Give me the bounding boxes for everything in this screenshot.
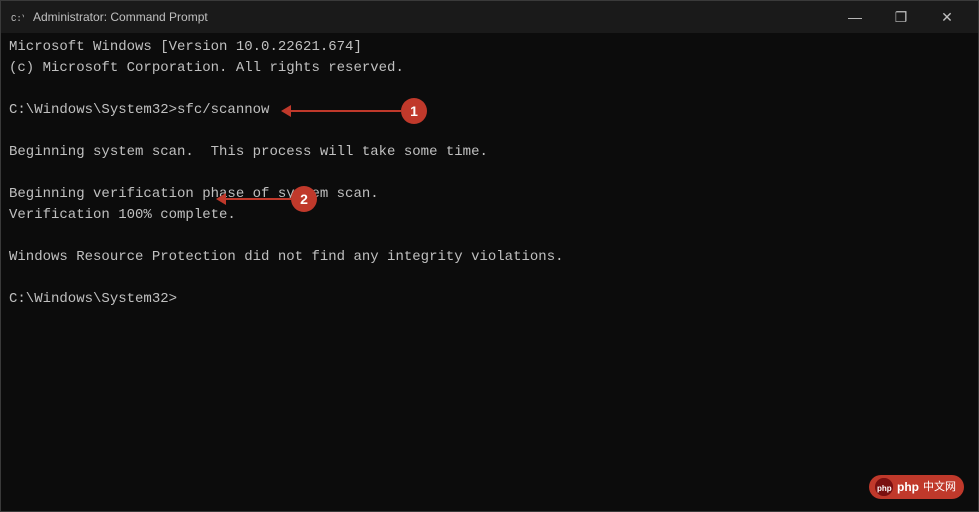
watermark-text-php: php: [897, 478, 919, 496]
console-line: [9, 226, 970, 247]
console-line: Beginning system scan. This process will…: [9, 142, 970, 163]
window-controls: — ❐ ✕: [832, 1, 970, 33]
console-line: Verification 100% complete.: [9, 205, 970, 226]
console-line: C:\Windows\System32>sfc/scannow: [9, 100, 970, 121]
console-line: Windows Resource Protection did not find…: [9, 247, 970, 268]
console-line: C:\Windows\System32>: [9, 289, 970, 310]
console-line: [9, 121, 970, 142]
console-line: [9, 79, 970, 100]
console-line: [9, 163, 970, 184]
window-title: Administrator: Command Prompt: [33, 10, 832, 24]
svg-text:C:\: C:\: [11, 14, 24, 24]
watermark-text-cn: 中文网: [923, 479, 956, 496]
close-button[interactable]: ✕: [924, 1, 970, 33]
annotation-badge-2: 2: [291, 186, 317, 212]
annotation-1: 1: [281, 98, 427, 124]
cmd-icon: C:\: [9, 9, 25, 25]
svg-text:php: php: [877, 484, 892, 493]
annotation-badge-1: 1: [401, 98, 427, 124]
watermark: php php 中文网: [869, 475, 964, 499]
console-line: Microsoft Windows [Version 10.0.22621.67…: [9, 37, 970, 58]
minimize-button[interactable]: —: [832, 1, 878, 33]
maximize-button[interactable]: ❐: [878, 1, 924, 33]
cmd-window: C:\ Administrator: Command Prompt — ❐ ✕ …: [0, 0, 979, 512]
console-line: Beginning verification phase of system s…: [9, 184, 970, 205]
annotation-2: 2: [216, 186, 317, 212]
title-bar: C:\ Administrator: Command Prompt — ❐ ✕: [1, 1, 978, 33]
console-line: (c) Microsoft Corporation. All rights re…: [9, 58, 970, 79]
console-output: Microsoft Windows [Version 10.0.22621.67…: [1, 33, 978, 511]
console-line: [9, 268, 970, 289]
watermark-logo: php: [875, 478, 893, 496]
